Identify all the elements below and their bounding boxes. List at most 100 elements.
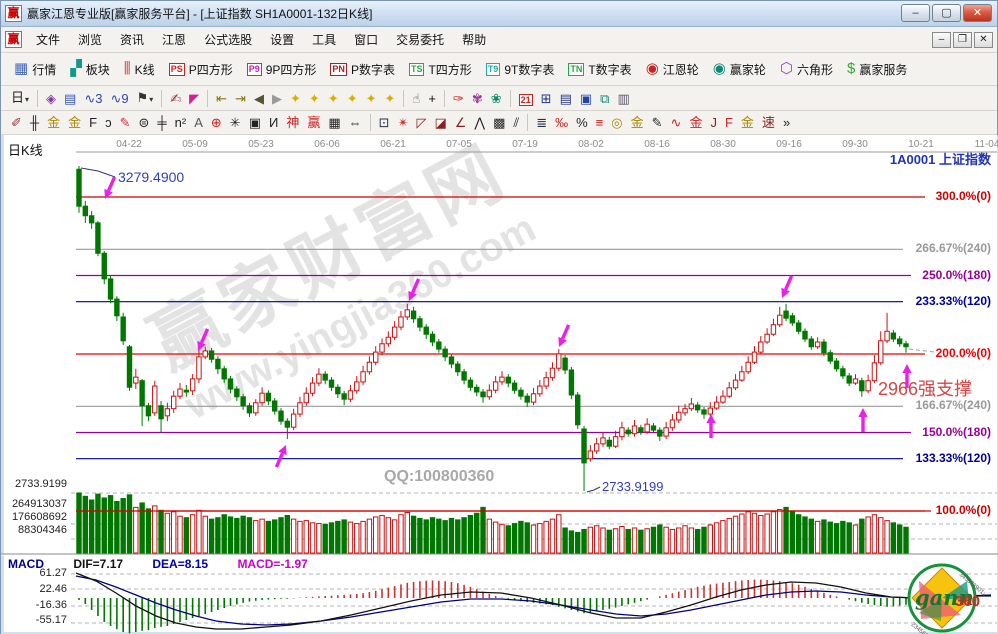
angle-line-icon[interactable]: ∠: [451, 113, 471, 132]
n-square-icon[interactable]: n²: [171, 113, 191, 132]
percent-icon[interactable]: %: [572, 113, 592, 132]
menu-item-交易委托[interactable]: 交易委托: [387, 28, 453, 51]
color-chart-icon[interactable]: ◤: [185, 89, 203, 108]
child-close-button[interactable]: ✕: [974, 32, 993, 48]
info-panel-icon[interactable]: ▤: [60, 89, 80, 108]
parallel-lines-icon[interactable]: ⫽: [509, 113, 523, 132]
last-bar-icon[interactable]: ⇥: [231, 89, 250, 108]
gann-wheel-icon-button[interactable]: ◉江恩轮: [639, 58, 706, 81]
notes-icon[interactable]: ▤: [556, 89, 576, 108]
n-quote-icon[interactable]: И: [265, 113, 282, 132]
shaded-box-icon[interactable]: ◪: [430, 113, 450, 132]
percent-levels-icon[interactable]: ≡: [592, 113, 608, 132]
kline-icon-button[interactable]: ⫼K线: [117, 58, 162, 81]
t-number-table-icon-button[interactable]: TNT数字表: [561, 58, 638, 81]
grid-table-icon[interactable]: ▦: [324, 113, 344, 132]
9p-square-icon-button[interactable]: P99P四方形: [240, 58, 324, 81]
star-burst-icon[interactable]: ✳: [226, 113, 245, 132]
flag-dropdown-icon[interactable]: ⚑▾: [133, 88, 158, 109]
f-angle-icon[interactable]: F: [721, 113, 737, 132]
gann-wheel-icon: ◉: [646, 61, 659, 77]
draw-pen-icon[interactable]: ✐: [7, 113, 26, 132]
wave3-icon[interactable]: ∿3: [80, 89, 106, 108]
menu-item-江恩[interactable]: 江恩: [153, 28, 195, 51]
save-icon[interactable]: ▣: [576, 89, 596, 108]
h-span-icon[interactable]: ⇔: [345, 113, 366, 132]
menu-item-浏览[interactable]: 浏览: [69, 28, 111, 51]
gann-grid-icon[interactable]: ╫: [26, 113, 43, 132]
green-knot-icon[interactable]: ❀: [487, 89, 506, 108]
period-day-dropdown[interactable]: 日▾: [7, 88, 33, 109]
menu-item-帮助[interactable]: 帮助: [453, 28, 495, 51]
winner-wheel-icon-button[interactable]: ◉赢家轮: [706, 58, 773, 81]
hexagon-icon-button[interactable]: ⬡六角形: [773, 58, 840, 81]
grid-a-icon[interactable]: ▩: [489, 113, 509, 132]
child-minimize-button[interactable]: –: [932, 32, 951, 48]
maximize-button[interactable]: ▢: [932, 4, 961, 22]
minimize-button[interactable]: –: [901, 4, 930, 22]
gann-draw-icon[interactable]: ✍: [166, 89, 185, 108]
quotes-grid-icon-button[interactable]: ▦行情: [7, 58, 63, 81]
gold-slash-icon[interactable]: 金: [737, 113, 758, 132]
shen-tool-icon[interactable]: 神: [282, 113, 303, 132]
menu-item-资讯[interactable]: 资讯: [111, 28, 153, 51]
calendar-icon[interactable]: 21: [515, 89, 537, 108]
circle-arc-icon[interactable]: ⊜: [135, 113, 154, 132]
more-tools[interactable]: »: [779, 113, 794, 132]
measure-icon[interactable]: ≣: [532, 113, 551, 132]
gold-box-icon[interactable]: 金: [685, 113, 706, 132]
gold-circle-icon[interactable]: ◎: [607, 113, 626, 132]
ying-tool-icon[interactable]: 赢: [303, 113, 324, 132]
menu-item-设置[interactable]: 设置: [261, 28, 303, 51]
diamond-full-icon[interactable]: ✦: [362, 89, 381, 108]
speed-line-icon[interactable]: 速: [758, 113, 779, 132]
target-icon[interactable]: ⊕: [207, 113, 226, 132]
diamond-right-icon[interactable]: ✦: [305, 89, 324, 108]
gold-lines1-icon[interactable]: 金: [43, 113, 64, 132]
menu-item-文件[interactable]: 文件: [27, 28, 69, 51]
angle-a-icon[interactable]: A: [190, 113, 207, 132]
menu-item-工具[interactable]: 工具: [303, 28, 345, 51]
box-select-icon[interactable]: ⊡: [375, 113, 394, 132]
export-icon[interactable]: ⧉: [596, 89, 613, 108]
sectors-icon-button[interactable]: ▞板块: [63, 58, 117, 81]
wave-tool-icon[interactable]: ∿: [667, 113, 686, 132]
pen-one-icon[interactable]: ✎: [648, 113, 667, 132]
gold-levels-icon[interactable]: 金: [627, 113, 648, 132]
hand-drag-icon[interactable]: ☝: [408, 89, 424, 108]
t-square-icon-button[interactable]: TST四方形: [402, 58, 479, 81]
print-icon[interactable]: ▥: [613, 89, 633, 108]
density-lines-icon[interactable]: ╪: [153, 113, 170, 132]
close-button[interactable]: ✕: [963, 4, 992, 22]
9t-square-icon-button[interactable]: T99T数字表: [479, 58, 562, 81]
fan-box-icon[interactable]: ◸: [412, 113, 430, 132]
winner-service-icon-button[interactable]: $赢家服务: [840, 58, 914, 81]
next-bar-icon[interactable]: ▶: [268, 89, 286, 108]
first-bar-icon[interactable]: ⇤: [212, 89, 231, 108]
crosshair-icon[interactable]: +: [424, 89, 440, 108]
marker-pen-icon[interactable]: ✑: [449, 89, 468, 108]
boxed-star-icon[interactable]: ▣: [245, 113, 265, 132]
p-number-table-icon-button[interactable]: PNP数字表: [323, 58, 402, 81]
spiral-icon[interactable]: ɔ: [101, 113, 116, 132]
p-square-icon-button[interactable]: PSP四方形: [162, 58, 240, 81]
diamond-shrink-icon[interactable]: ✦: [343, 89, 362, 108]
window-style-icon[interactable]: ◈: [42, 89, 60, 108]
diamond-expand-icon[interactable]: ✦: [324, 89, 343, 108]
wave9-icon[interactable]: ∿9: [106, 89, 132, 108]
fib-lines-icon[interactable]: F: [85, 113, 101, 132]
menu-item-公式选股[interactable]: 公式选股: [195, 28, 261, 51]
calculator-icon[interactable]: ⊞: [537, 89, 556, 108]
menu-item-窗口[interactable]: 窗口: [345, 28, 387, 51]
j-angle-icon[interactable]: J: [706, 113, 721, 132]
percent-lines-icon[interactable]: ‰: [551, 113, 572, 132]
child-restore-button[interactable]: ❐: [953, 32, 972, 48]
zigzag-icon[interactable]: ⋀: [470, 113, 489, 132]
prev-bar-icon[interactable]: ◀: [250, 89, 268, 108]
diamond-left-icon[interactable]: ✦: [286, 89, 305, 108]
red-pen-icon[interactable]: ✎: [116, 113, 135, 132]
gold-lines2-icon[interactable]: 金: [64, 113, 85, 132]
fan-lines-icon[interactable]: ✴: [394, 113, 413, 132]
purple-flower-icon[interactable]: ✾: [468, 89, 487, 108]
diamond-reset-icon[interactable]: ✦: [381, 89, 400, 108]
